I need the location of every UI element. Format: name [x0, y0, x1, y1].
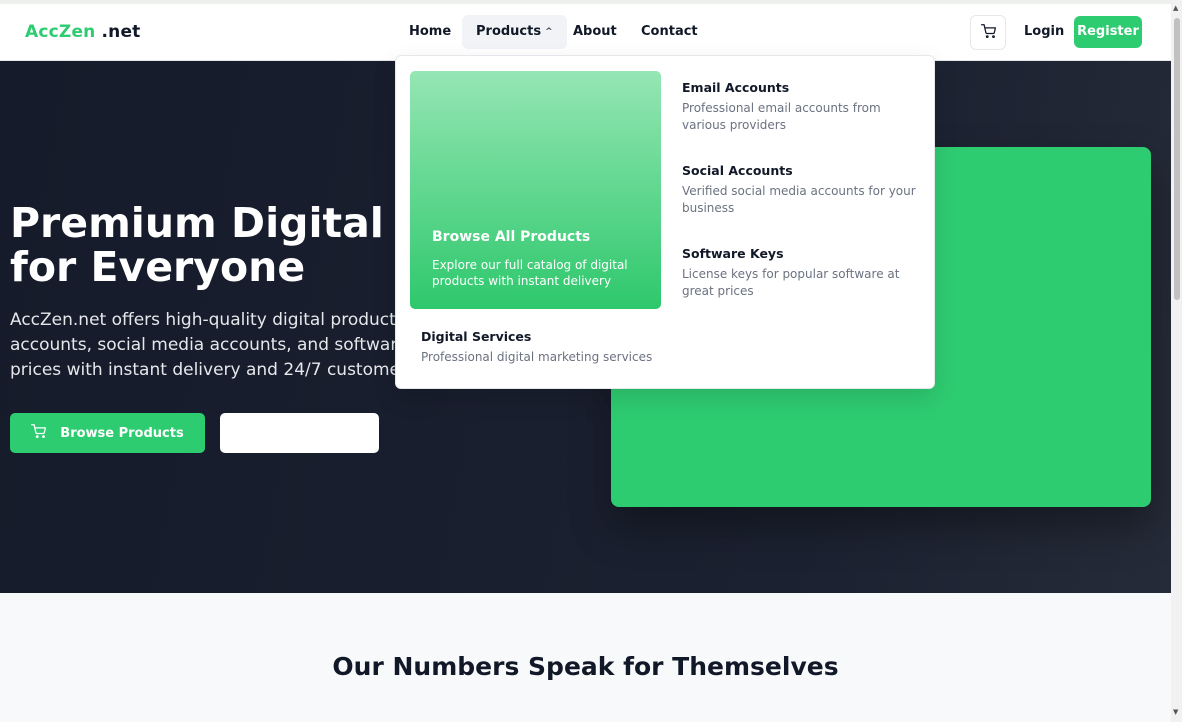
browse-all-desc: Explore our full catalog of digital prod…	[432, 258, 628, 288]
nav-about[interactable]: About	[559, 15, 631, 49]
hero-subtitle-line: accounts, social media accounts, and sof…	[10, 335, 433, 355]
menu-link-desc: Professional email accounts from various…	[682, 101, 881, 132]
login-button[interactable]: Login	[1012, 15, 1076, 49]
chevron-up-icon: ^	[545, 27, 553, 37]
menu-link-desc: Professional digital marketing services	[421, 350, 653, 364]
menu-link-title: Digital Services	[421, 329, 532, 344]
site-header: AccZen .net Home Products ^ About Contact …	[0, 4, 1171, 61]
nav-products-label: Products	[476, 24, 542, 39]
menu-link-title: Email Accounts	[682, 80, 790, 95]
menu-link-title: Social Accounts	[682, 163, 793, 178]
site-logo[interactable]: AccZen .net	[25, 22, 141, 42]
numbers-section-title: Our Numbers Speak for Themselves	[332, 652, 839, 681]
page-scrollbar[interactable]: ▲ ▼	[1171, 0, 1182, 722]
cart-icon	[980, 23, 996, 42]
secondary-hero-button[interactable]	[220, 413, 379, 453]
register-button[interactable]: Register	[1074, 16, 1142, 48]
menu-link-software-keys[interactable]: Software Keys License keys for popular s…	[682, 246, 922, 300]
menu-link-desc: Verified social media accounts for your …	[682, 184, 916, 215]
menu-link-title: Software Keys	[682, 246, 784, 261]
hero-subtitle-line: AccZen.net offers high-quality digital p…	[10, 310, 426, 330]
browse-all-products-card[interactable]: Browse All Products Explore our full cat…	[410, 71, 661, 309]
nav-contact[interactable]: Contact	[627, 15, 712, 49]
browse-products-label: Browse Products	[60, 425, 184, 441]
nav-products[interactable]: Products ^	[462, 15, 567, 49]
browse-all-title: Browse All Products	[432, 229, 591, 245]
cart-button[interactable]	[970, 15, 1006, 50]
hero-subtitle-line: prices with instant delivery and 24/7 cu…	[10, 360, 433, 380]
scroll-up-arrow-icon[interactable]: ▲	[1173, 4, 1178, 12]
scrollbar-thumb[interactable]	[1174, 18, 1180, 300]
cart-icon	[31, 424, 47, 442]
hero-subtitle: AccZen.net offers high-quality digital p…	[10, 308, 433, 383]
nav-home[interactable]: Home	[395, 15, 465, 49]
menu-link-desc: License keys for popular software at gre…	[682, 267, 900, 298]
browse-products-button[interactable]: Browse Products	[10, 413, 205, 453]
logo-tld: .net	[101, 22, 141, 42]
menu-link-social-accounts[interactable]: Social Accounts Verified social media ac…	[682, 163, 922, 217]
products-dropdown-menu: Browse All Products Explore our full cat…	[395, 55, 935, 389]
menu-link-email-accounts[interactable]: Email Accounts Professional email accoun…	[682, 80, 922, 134]
scroll-down-arrow-icon[interactable]: ▼	[1173, 708, 1178, 716]
menu-link-digital-services[interactable]: Digital Services Professional digital ma…	[421, 329, 681, 366]
logo-brand: AccZen	[25, 22, 96, 42]
